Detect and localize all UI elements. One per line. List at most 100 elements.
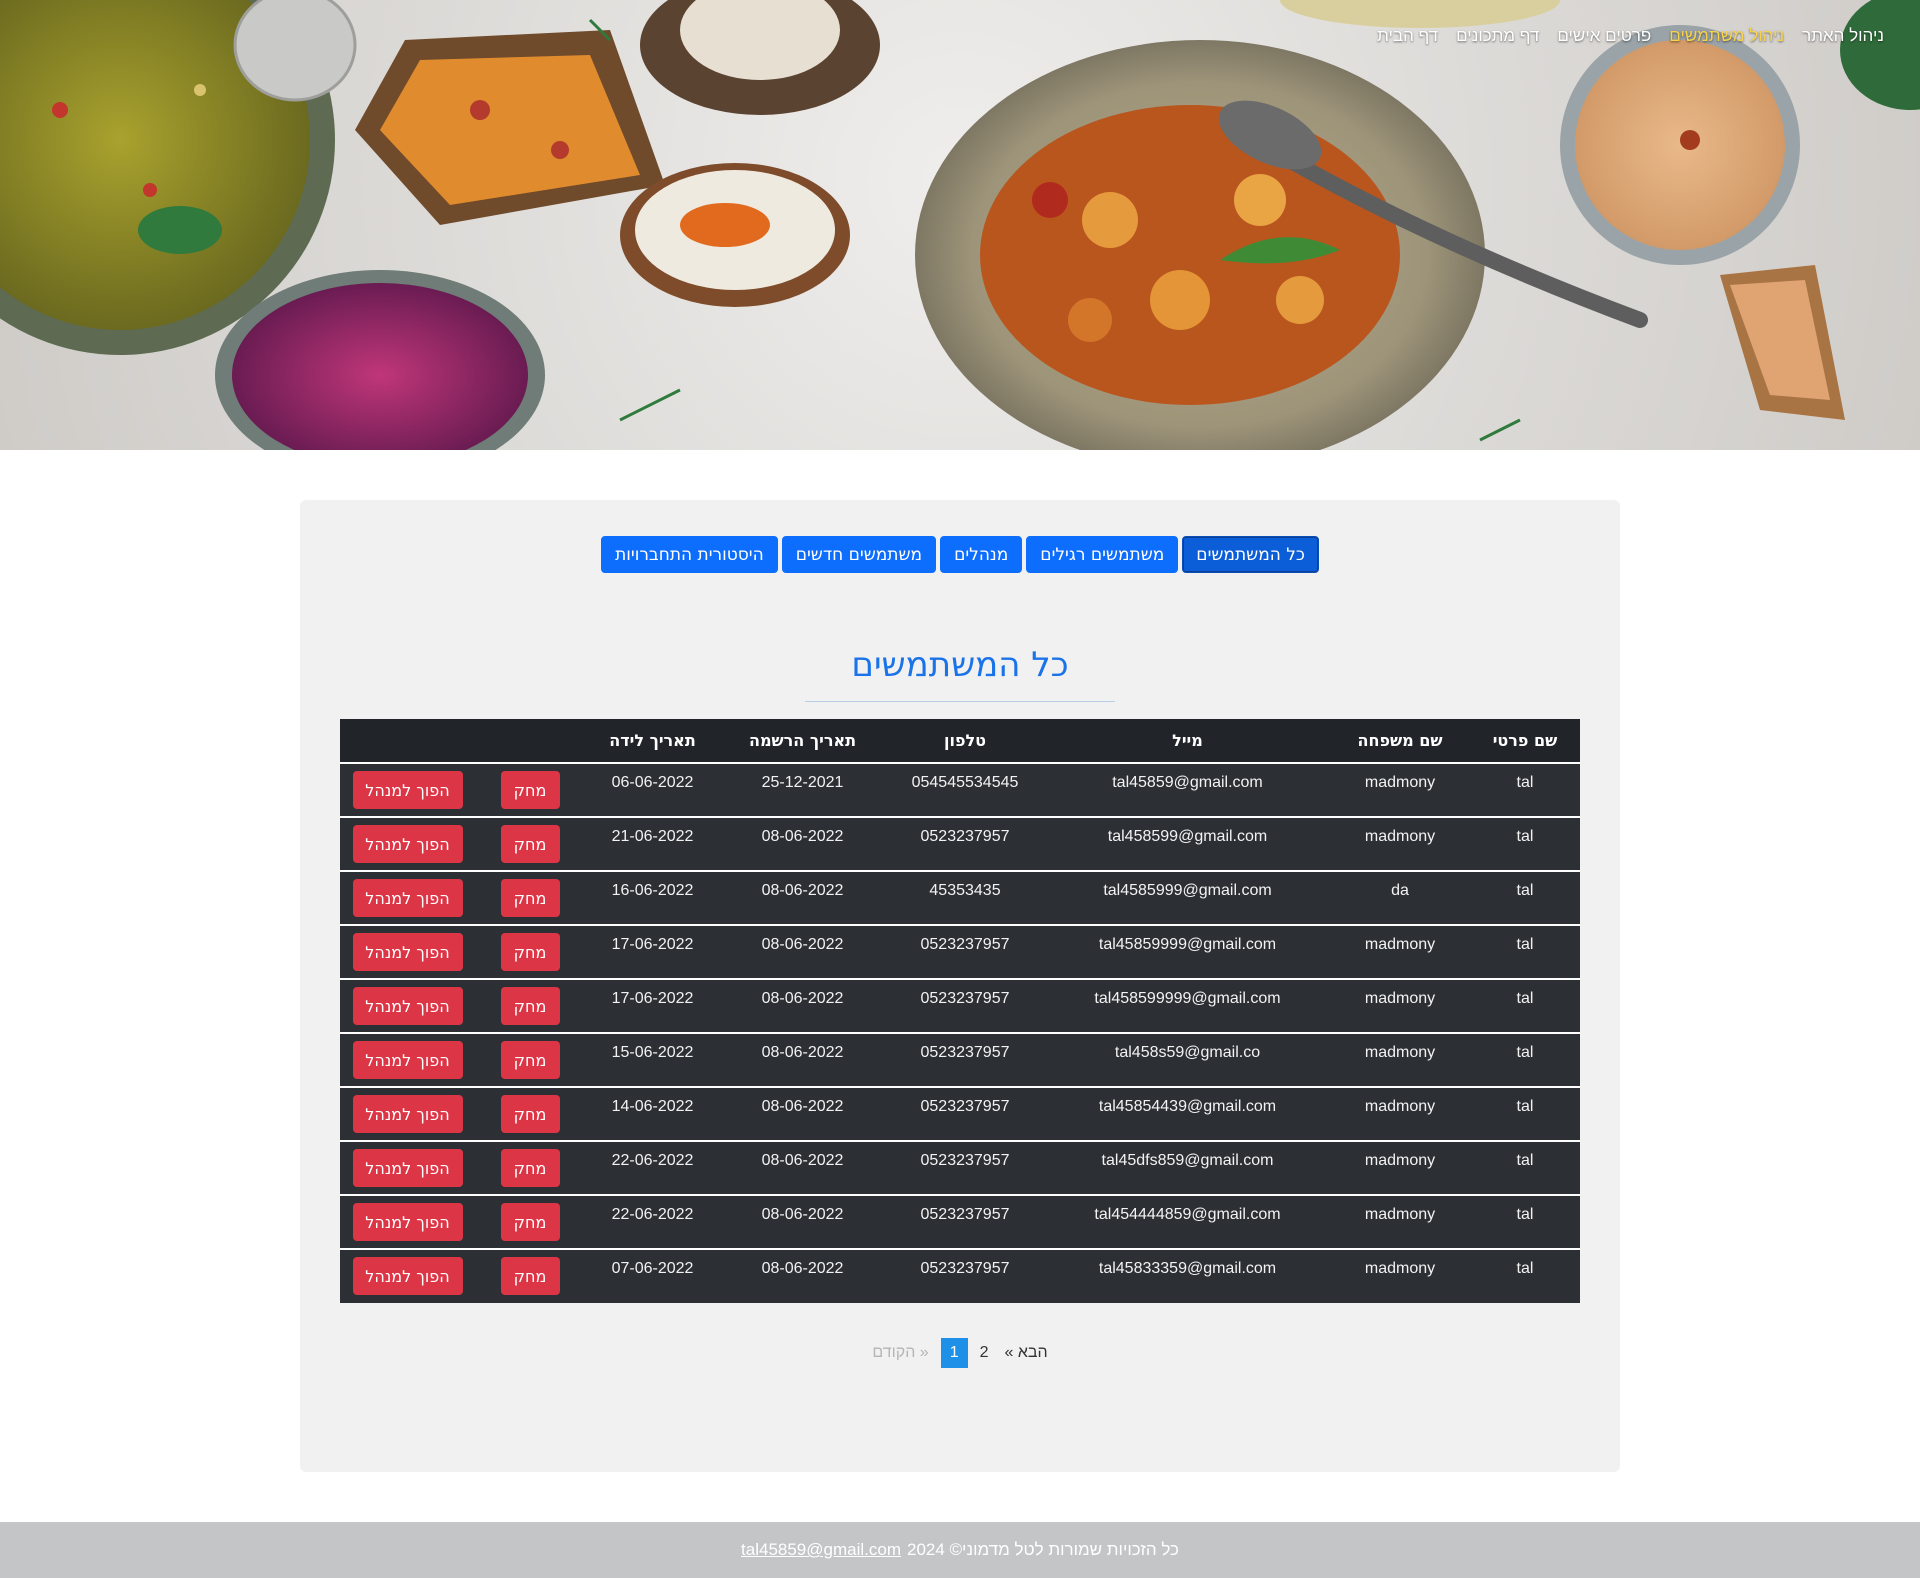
delete-user-button[interactable]: מחק bbox=[500, 1041, 560, 1079]
nav-site-management[interactable]: ניהול האתר bbox=[1802, 26, 1884, 46]
delete-user-button[interactable]: מחק bbox=[500, 1257, 560, 1295]
cell-birth-date: 22-06-2022 bbox=[585, 1194, 720, 1249]
cell-registration-date: 08-06-2022 bbox=[720, 1140, 885, 1195]
header-registration-date: תאריך הרשמה bbox=[720, 719, 885, 763]
cell-email: tal458599@gmail.com bbox=[1045, 816, 1330, 871]
promote-to-admin-button[interactable]: הפוך למנהל bbox=[352, 771, 463, 809]
delete-user-button[interactable]: מחק bbox=[500, 771, 560, 809]
cell-promote: הפוך למנהל bbox=[340, 978, 475, 1033]
cell-birth-date: 17-06-2022 bbox=[585, 978, 720, 1033]
cell-registration-date: 08-06-2022 bbox=[720, 1194, 885, 1249]
cell-delete: מחק bbox=[475, 762, 585, 817]
delete-user-button[interactable]: מחק bbox=[500, 1203, 560, 1241]
pagination-prev[interactable]: « הקודם bbox=[864, 1338, 936, 1368]
nav-home[interactable]: דף הבית bbox=[1377, 26, 1438, 46]
cell-phone: 0523237957 bbox=[885, 978, 1045, 1033]
cell-last-name: madmony bbox=[1330, 978, 1470, 1033]
delete-user-button[interactable]: מחק bbox=[500, 879, 560, 917]
promote-to-admin-button[interactable]: הפוך למנהל bbox=[352, 933, 463, 971]
cell-phone: 0523237957 bbox=[885, 1248, 1045, 1303]
header-first-name: שם פרטי bbox=[1470, 719, 1580, 763]
pagination-page-2[interactable]: 2 bbox=[972, 1338, 997, 1368]
cell-email: tal45dfs859@gmail.com bbox=[1045, 1140, 1330, 1195]
cell-promote: הפוך למנהל bbox=[340, 870, 475, 925]
cell-registration-date: 08-06-2022 bbox=[720, 1032, 885, 1087]
cell-birth-date: 06-06-2022 bbox=[585, 762, 720, 817]
promote-to-admin-button[interactable]: הפוך למנהל bbox=[352, 1257, 463, 1295]
cell-birth-date: 07-06-2022 bbox=[585, 1248, 720, 1303]
footer-email-link[interactable]: tal45859@gmail.com bbox=[741, 1540, 901, 1560]
cell-phone: 0523237957 bbox=[885, 1194, 1045, 1249]
cell-birth-date: 14-06-2022 bbox=[585, 1086, 720, 1141]
tab-all-users[interactable]: כל המשתמשים bbox=[1182, 536, 1319, 573]
title-divider bbox=[805, 701, 1115, 702]
cell-phone: 054545534545 bbox=[885, 762, 1045, 817]
cell-delete: מחק bbox=[475, 870, 585, 925]
cell-promote: הפוך למנהל bbox=[340, 1086, 475, 1141]
promote-to-admin-button[interactable]: הפוך למנהל bbox=[352, 879, 463, 917]
tab-login-history[interactable]: היסטורית התחברויות bbox=[601, 536, 778, 573]
cell-email: tal45854439@gmail.com bbox=[1045, 1086, 1330, 1141]
cell-phone: 45353435 bbox=[885, 870, 1045, 925]
table-row: tal madmony tal45833359@gmail.com 052323795… bbox=[340, 1248, 1580, 1303]
tab-admins[interactable]: מנהלים bbox=[940, 536, 1023, 573]
cell-email: tal458s59@gmail.co bbox=[1045, 1032, 1330, 1087]
header-email: מייל bbox=[1045, 719, 1330, 763]
delete-user-button[interactable]: מחק bbox=[500, 933, 560, 971]
cell-last-name: madmony bbox=[1330, 1194, 1470, 1249]
cell-first-name: tal bbox=[1470, 1194, 1580, 1249]
table-header-row: שם פרטי שם משפחה מייל טלפון תאריך הרשמה … bbox=[340, 719, 1580, 763]
cell-first-name: tal bbox=[1470, 1086, 1580, 1141]
promote-to-admin-button[interactable]: הפוך למנהל bbox=[352, 1095, 463, 1133]
delete-user-button[interactable]: מחק bbox=[500, 1095, 560, 1133]
nav-recipes[interactable]: דף מתכונים bbox=[1456, 26, 1539, 46]
header-last-name: שם משפחה bbox=[1330, 719, 1470, 763]
cell-delete: מחק bbox=[475, 924, 585, 979]
cell-last-name: madmony bbox=[1330, 1248, 1470, 1303]
table-row: tal madmony tal454444859@gmail.com 05232379… bbox=[340, 1194, 1580, 1249]
promote-to-admin-button[interactable]: הפוך למנהל bbox=[352, 1149, 463, 1187]
delete-user-button[interactable]: מחק bbox=[500, 825, 560, 863]
promote-to-admin-button[interactable]: הפוך למנהל bbox=[352, 1203, 463, 1241]
nav-personal-details[interactable]: פרטים אישים bbox=[1557, 26, 1651, 46]
tab-regular-users[interactable]: משתמשים רגילים bbox=[1026, 536, 1179, 573]
cell-delete: מחק bbox=[475, 1140, 585, 1195]
promote-to-admin-button[interactable]: הפוך למנהל bbox=[352, 825, 463, 863]
cell-delete: מחק bbox=[475, 1248, 585, 1303]
table-row: tal madmony tal45dfs859@gmail.com 052323795… bbox=[340, 1140, 1580, 1195]
cell-last-name: madmony bbox=[1330, 924, 1470, 979]
users-panel: כל המשתמשים משתמשים רגילים מנהלים משתמשי… bbox=[300, 500, 1620, 1472]
header-birth-date: תאריך לידה bbox=[585, 719, 720, 763]
cell-registration-date: 08-06-2022 bbox=[720, 870, 885, 925]
cell-email: tal45833359@gmail.com bbox=[1045, 1248, 1330, 1303]
cell-promote: הפוך למנהל bbox=[340, 816, 475, 871]
cell-registration-date: 08-06-2022 bbox=[720, 816, 885, 871]
cell-first-name: tal bbox=[1470, 1032, 1580, 1087]
table-row: tal madmony tal458s59@gmail.co 0523237957 08… bbox=[340, 1032, 1580, 1087]
cell-first-name: tal bbox=[1470, 924, 1580, 979]
cell-birth-date: 16-06-2022 bbox=[585, 870, 720, 925]
cell-last-name: madmony bbox=[1330, 1086, 1470, 1141]
cell-registration-date: 08-06-2022 bbox=[720, 1086, 885, 1141]
pagination-page-1[interactable]: 1 bbox=[940, 1338, 968, 1368]
pagination-next[interactable]: הבא » bbox=[997, 1338, 1056, 1368]
cell-promote: הפוך למנהל bbox=[340, 762, 475, 817]
cell-promote: הפוך למנהל bbox=[340, 1140, 475, 1195]
cell-email: tal458599999@gmail.com bbox=[1045, 978, 1330, 1033]
cell-delete: מחק bbox=[475, 816, 585, 871]
delete-user-button[interactable]: מחק bbox=[500, 987, 560, 1025]
cell-delete: מחק bbox=[475, 1194, 585, 1249]
cell-phone: 0523237957 bbox=[885, 1086, 1045, 1141]
promote-to-admin-button[interactable]: הפוך למנהל bbox=[352, 1041, 463, 1079]
cell-registration-date: 08-06-2022 bbox=[720, 978, 885, 1033]
tab-new-users[interactable]: משתמשים חדשים bbox=[781, 536, 937, 573]
page-title: כל המשתמשים bbox=[851, 645, 1069, 685]
cell-email: tal45859999@gmail.com bbox=[1045, 924, 1330, 979]
hero-banner: דף הבית דף מתכונים פרטים אישים ניהול משת… bbox=[0, 0, 1920, 450]
nav-user-management[interactable]: ניהול משתמשים bbox=[1669, 26, 1784, 46]
cell-last-name: madmony bbox=[1330, 816, 1470, 871]
promote-to-admin-button[interactable]: הפוך למנהל bbox=[352, 987, 463, 1025]
food-banner-image bbox=[0, 0, 1920, 450]
footer-copyright: כל הזכויות שמורות לטל מדמוני© 2024 bbox=[906, 1540, 1179, 1559]
delete-user-button[interactable]: מחק bbox=[500, 1149, 560, 1187]
